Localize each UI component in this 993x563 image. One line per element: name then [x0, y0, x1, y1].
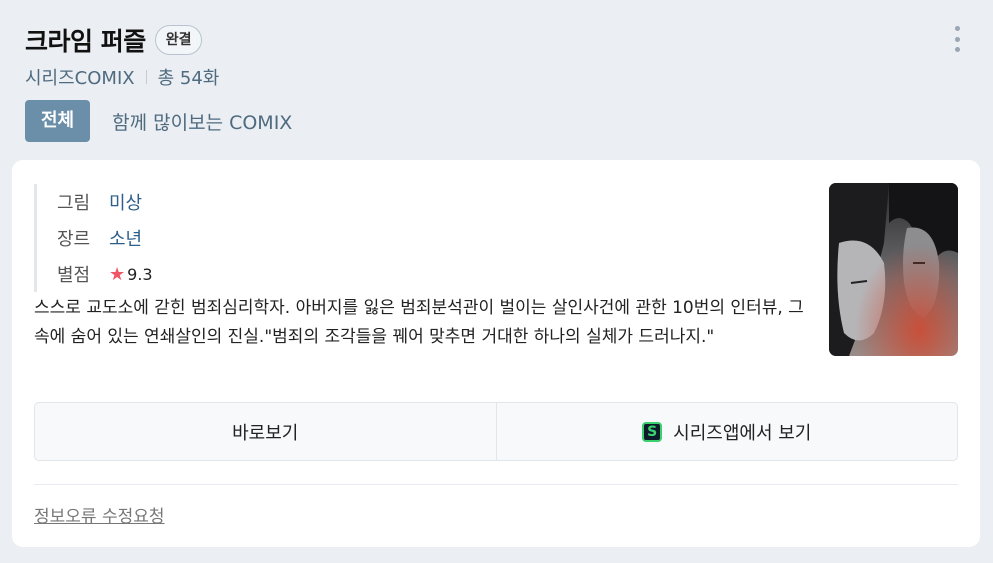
page-title: 크라임 퍼즐: [25, 27, 146, 56]
rating-value: 9.3: [127, 264, 153, 284]
tab-all[interactable]: 전체: [25, 100, 91, 142]
more-options-icon[interactable]: [951, 26, 963, 52]
star-icon: ★: [109, 263, 126, 285]
view-now-label: 바로보기: [232, 422, 299, 444]
publisher-label: 시리즈COMIX: [25, 68, 135, 89]
info-row-art: 그림 미상: [57, 184, 153, 220]
series-app-icon: S: [642, 421, 663, 442]
episode-count: 총 54화: [157, 68, 220, 89]
art-label: 그림: [57, 193, 91, 214]
view-in-app-label: 시리즈앱에서 보기: [673, 422, 812, 444]
art-value[interactable]: 미상: [109, 189, 142, 215]
report-error-link[interactable]: 정보오류 수정요청: [34, 502, 165, 527]
rating-label: 별점: [57, 265, 91, 286]
info-list: 그림 미상 장르 소년 별점 ★ 9.3: [34, 184, 153, 292]
header: 크라임 퍼즐 완결 시리즈COMIX 총 54화: [25, 22, 973, 90]
info-row-rating: 별점 ★ 9.3: [57, 256, 153, 292]
title-row: 크라임 퍼즐 완결: [25, 22, 973, 58]
cover-image[interactable]: [829, 183, 958, 356]
detail-card: 그림 미상 장르 소년 별점 ★ 9.3 스스로 교도소에 갇힌 범죄심리학자.…: [12, 160, 980, 547]
description: 스스로 교도소에 갇힌 범죄심리학자. 아버지를 잃은 범죄분석관이 벌이는 살…: [34, 298, 804, 347]
divider: [34, 484, 958, 485]
tab-related[interactable]: 함께 많이보는 COMIX: [112, 108, 292, 135]
genre-label: 장르: [57, 229, 91, 250]
view-in-app-button[interactable]: S 시리즈앱에서 보기: [495, 403, 958, 460]
view-now-button[interactable]: 바로보기: [35, 403, 496, 460]
genre-value[interactable]: 소년: [109, 225, 142, 251]
meta-separator: [145, 70, 147, 84]
tab-bar: 전체 함께 많이보는 COMIX: [25, 100, 292, 142]
info-row-genre: 장르 소년: [57, 220, 153, 256]
action-bar: 바로보기 S 시리즈앱에서 보기: [34, 402, 958, 461]
cover-artwork: [829, 183, 958, 356]
status-badge: 완결: [154, 25, 203, 55]
meta-row: 시리즈COMIX 총 54화: [25, 64, 973, 90]
